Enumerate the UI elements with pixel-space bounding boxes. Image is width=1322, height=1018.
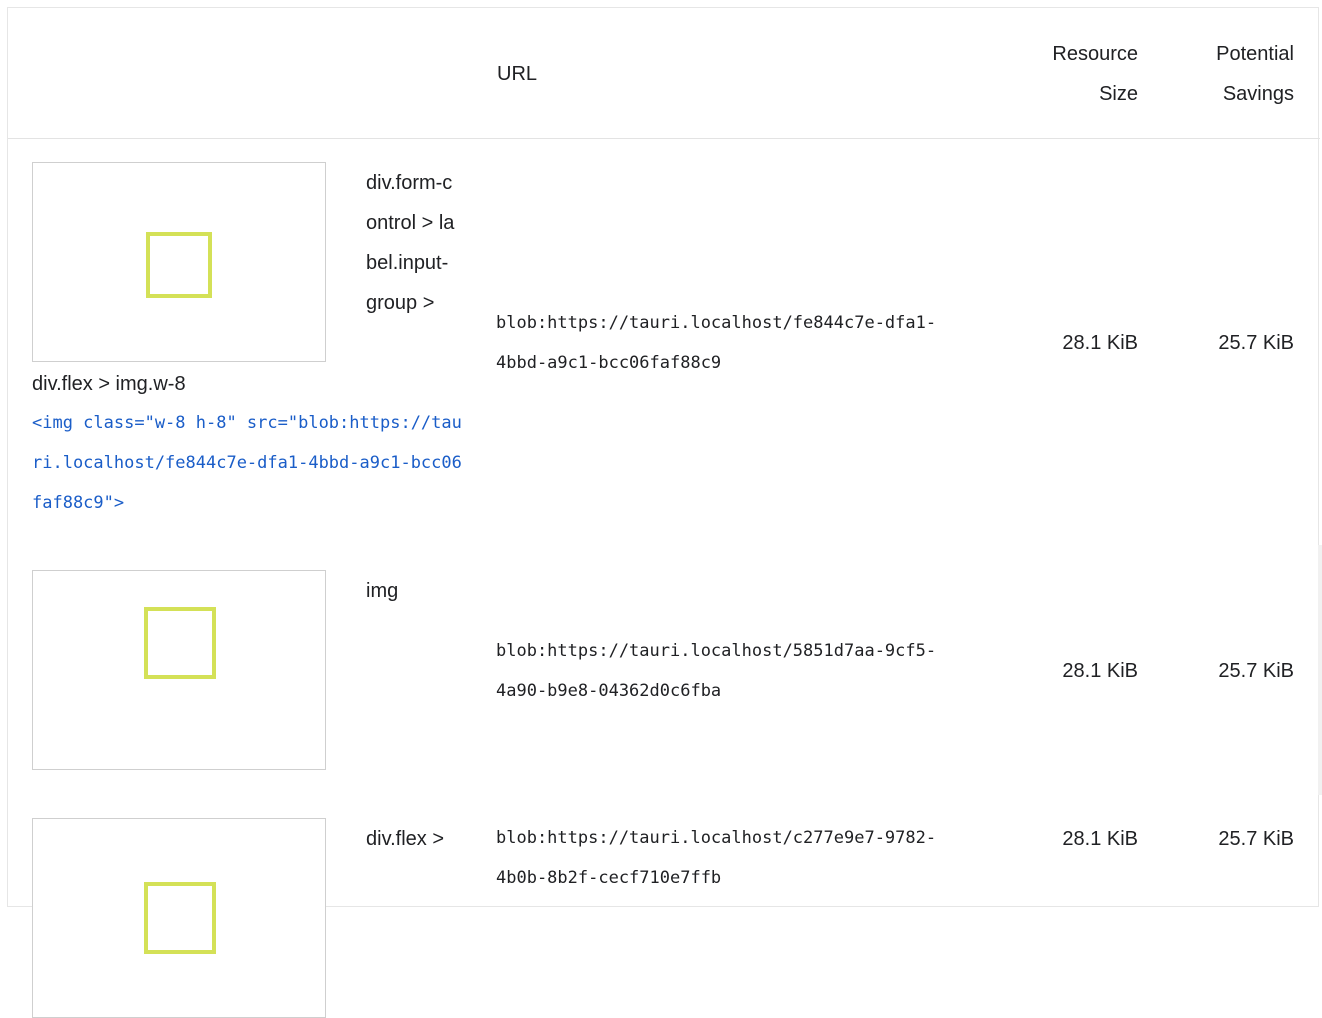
square-outline-icon xyxy=(144,882,216,954)
square-outline-icon xyxy=(144,607,216,679)
potential-savings-value: 25.7 KiB xyxy=(1218,828,1294,850)
resource-url[interactable]: blob:https://tauri.localhost/fe844c7e-df… xyxy=(496,303,986,383)
url-column-header: URL xyxy=(497,63,538,85)
potential-savings-value: 25.7 KiB xyxy=(1218,332,1294,354)
resource-size-value: 28.1 KiB xyxy=(1062,332,1138,354)
opportunity-table: URL Resource Size Potential Savings div.… xyxy=(7,7,1320,1018)
potential-savings-value: 25.7 KiB xyxy=(1218,660,1294,682)
resource-size-value: 28.1 KiB xyxy=(1062,828,1138,850)
scrollbar-track[interactable] xyxy=(1318,545,1322,795)
resource-size-column-header: Resource Size xyxy=(1052,43,1138,105)
resource-url[interactable]: blob:https://tauri.localhost/5851d7aa-9c… xyxy=(496,631,986,711)
potential-savings-column-header: Potential Savings xyxy=(1216,43,1294,105)
element-thumbnail[interactable] xyxy=(32,818,326,1018)
node-selector: img xyxy=(366,580,399,602)
square-outline-icon xyxy=(146,232,212,298)
resource-size-value: 28.1 KiB xyxy=(1062,660,1138,682)
element-thumbnail[interactable] xyxy=(32,570,326,770)
table-header: URL Resource Size Potential Savings xyxy=(8,8,1320,139)
node-path: div.flex > img.w-8 xyxy=(32,373,186,395)
resource-url[interactable]: blob:https://tauri.localhost/c277e9e7-97… xyxy=(496,818,986,898)
element-thumbnail[interactable] xyxy=(32,162,326,362)
node-snippet[interactable]: <img class="w-8 h-8" src="blob:https://t… xyxy=(32,403,462,523)
node-selector: div.form-control > label.input-group > xyxy=(366,172,455,314)
node-selector: div.flex > xyxy=(366,828,444,850)
